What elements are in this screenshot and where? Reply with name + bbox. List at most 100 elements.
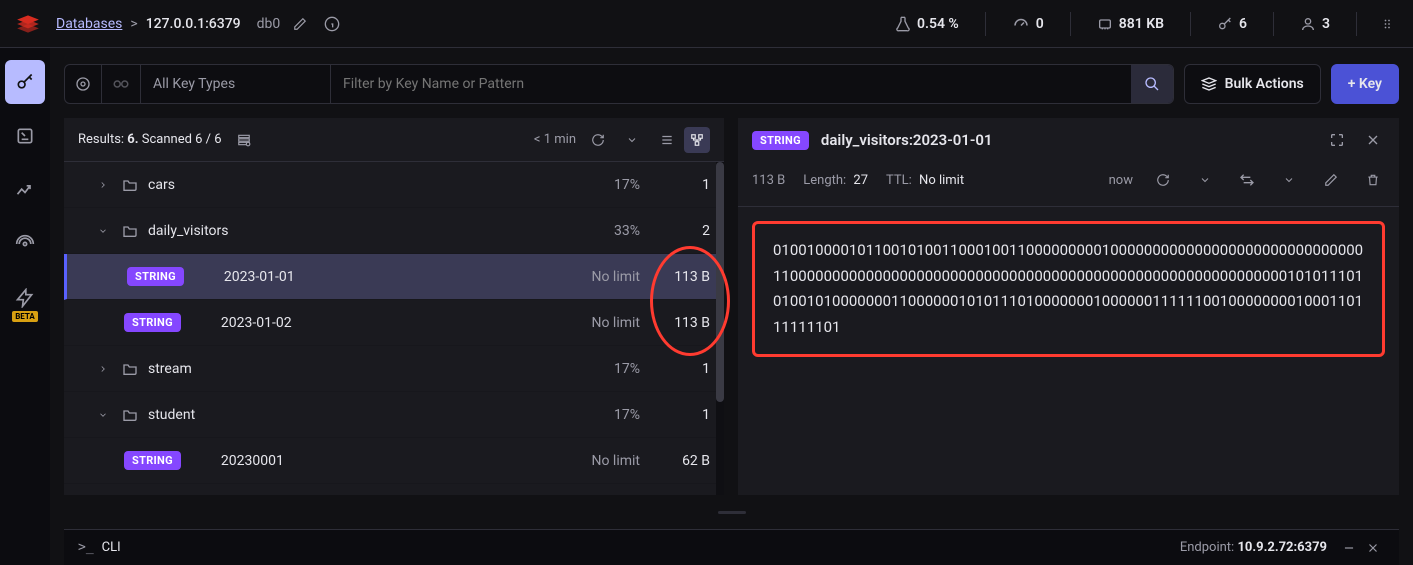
redis-logo-icon[interactable]: [12, 8, 44, 40]
folder-open-icon: [122, 223, 138, 239]
metric-cpu: 0.54 %: [885, 16, 969, 32]
detail-refresh-label: now: [1109, 173, 1133, 188]
metric-keys: 6: [1207, 16, 1257, 32]
filter-bar: All Key Types Bulk Actions + Key: [64, 64, 1399, 104]
gauge-icon: [1012, 15, 1030, 33]
detail-key-name: daily_visitors:2023-01-01: [821, 131, 993, 149]
key-detail-pane: STRING daily_visitors:2023-01-01 113 B L…: [738, 118, 1399, 495]
tree-view-toggle[interactable]: [684, 127, 710, 153]
breadcrumb-host: 127.0.0.1:6379: [146, 16, 241, 32]
user-icon: [1300, 16, 1316, 32]
key-type-label: All Key Types: [153, 76, 235, 92]
flask-icon: [895, 16, 911, 32]
chevron-down-icon[interactable]: [1277, 168, 1301, 192]
filter-mode-toggle[interactable]: [65, 65, 102, 103]
results-bar: Results: 6. Scanned 6 / 6 < 1 min: [64, 118, 724, 162]
tree-folder-cars[interactable]: cars 17% 1: [64, 162, 724, 208]
folder-percent: 17%: [580, 361, 640, 377]
fullscreen-icon[interactable]: [1325, 128, 1349, 152]
trash-icon[interactable]: [1361, 168, 1385, 192]
add-key-label: + Key: [1348, 76, 1382, 92]
metric-cpu-value: 0.54 %: [917, 16, 959, 32]
detail-value-area: 0100100001011001010011000100110000000001…: [738, 207, 1399, 495]
cli-resize-handle[interactable]: [64, 509, 1399, 515]
memory-icon: [1097, 16, 1113, 32]
refresh-scan-icon[interactable]: [586, 128, 610, 152]
close-icon[interactable]: [1361, 536, 1385, 560]
filter-view-toggle[interactable]: [102, 65, 141, 103]
detail-value[interactable]: 0100100001011001010011000100110000000001…: [752, 221, 1385, 357]
breadcrumb-databases-link[interactable]: Databases: [56, 16, 122, 32]
scrollbar-thumb[interactable]: [716, 162, 724, 402]
key-size: 113 B: [650, 269, 710, 285]
swap-icon[interactable]: [1235, 168, 1259, 192]
refresh-icon[interactable]: [1151, 168, 1175, 192]
nav-pubsub[interactable]: [5, 222, 45, 266]
edit-icon[interactable]: [288, 12, 312, 36]
add-key-button[interactable]: + Key: [1331, 64, 1399, 104]
folder-percent: 17%: [580, 407, 640, 423]
detail-length-label: Length:: [803, 173, 846, 188]
chevron-down-icon[interactable]: [620, 128, 644, 152]
nav-workbench[interactable]: [5, 114, 45, 158]
list-view-toggle[interactable]: [654, 127, 680, 153]
cli-label: CLI: [102, 540, 121, 555]
metric-clients: 3: [1290, 16, 1340, 32]
minimize-icon[interactable]: [1337, 536, 1361, 560]
search-button[interactable]: [1131, 65, 1173, 103]
key-icon: [1217, 16, 1233, 32]
more-icon[interactable]: [1377, 12, 1401, 36]
key-pattern-input[interactable]: [331, 65, 1131, 103]
cli-bar[interactable]: >_ CLI Endpoint: 10.9.2.72:6379: [64, 529, 1399, 565]
folder-percent: 17%: [580, 177, 640, 193]
folder-name: cars: [148, 177, 570, 193]
breadcrumb-separator: >: [130, 16, 137, 32]
detail-ttl-label: TTL:: [886, 173, 912, 188]
key-size: 113 B: [650, 315, 710, 331]
folder-percent: 33%: [580, 223, 640, 239]
tree-key-dv2[interactable]: STRING 2023-01-02 No limit 113 B: [64, 300, 724, 346]
bulk-actions-button[interactable]: Bulk Actions: [1184, 64, 1321, 104]
tree-key-dv1[interactable]: STRING 2023-01-01 No limit 113 B: [64, 254, 724, 300]
beta-badge: BETA: [12, 311, 38, 322]
results-settings-icon[interactable]: [232, 128, 256, 152]
folder-name: student: [148, 407, 570, 423]
metric-ops: 0: [1002, 15, 1054, 33]
detail-meta: 113 B Length: 27 TTL: No limit now: [738, 162, 1399, 207]
tree-folder-daily-visitors[interactable]: daily_visitors 33% 2: [64, 208, 724, 254]
key-list-pane: Results: 6. Scanned 6 / 6 < 1 min: [64, 118, 724, 495]
bulk-actions-label: Bulk Actions: [1225, 76, 1304, 92]
folder-name: daily_visitors: [148, 223, 570, 239]
metric-clients-value: 3: [1322, 16, 1330, 32]
key-ttl: No limit: [560, 269, 640, 285]
key-name: 20230001: [221, 453, 550, 469]
metric-memory-value: 881 KB: [1119, 16, 1164, 32]
folder-icon: [122, 361, 138, 377]
nav-triggers[interactable]: BETA: [5, 276, 45, 320]
scan-time: < 1 min: [534, 132, 576, 147]
key-name: 2023-01-01: [224, 269, 550, 285]
tree-folder-student[interactable]: student 17% 1: [64, 392, 724, 438]
type-badge-string: STRING: [752, 131, 809, 150]
view-toggle: [654, 127, 710, 153]
nav-keys[interactable]: [5, 60, 45, 104]
chevron-down-icon: [98, 226, 112, 236]
chevron-down-icon[interactable]: [1193, 168, 1217, 192]
chevron-down-icon: [98, 410, 112, 420]
cli-endpoint: 10.9.2.72:6379: [1237, 540, 1327, 555]
key-type-select[interactable]: All Key Types: [141, 65, 331, 103]
info-icon[interactable]: [320, 12, 344, 36]
key-list: cars 17% 1 daily_visitors 33% 2: [64, 162, 724, 495]
type-badge-string: STRING: [124, 451, 181, 470]
results-count: 6.: [127, 132, 138, 147]
key-filter-group: All Key Types: [64, 64, 1174, 104]
key-ttl: No limit: [560, 453, 640, 469]
detail-ttl: No limit: [919, 173, 964, 188]
tree-key-st1[interactable]: STRING 20230001 No limit 62 B: [64, 438, 724, 484]
tree-folder-stream[interactable]: stream 17% 1: [64, 346, 724, 392]
nav-analytics[interactable]: [5, 168, 45, 212]
edit-icon[interactable]: [1319, 168, 1343, 192]
metric-keys-value: 6: [1239, 16, 1247, 32]
chevron-right-icon: [98, 364, 112, 374]
close-icon[interactable]: [1361, 128, 1385, 152]
